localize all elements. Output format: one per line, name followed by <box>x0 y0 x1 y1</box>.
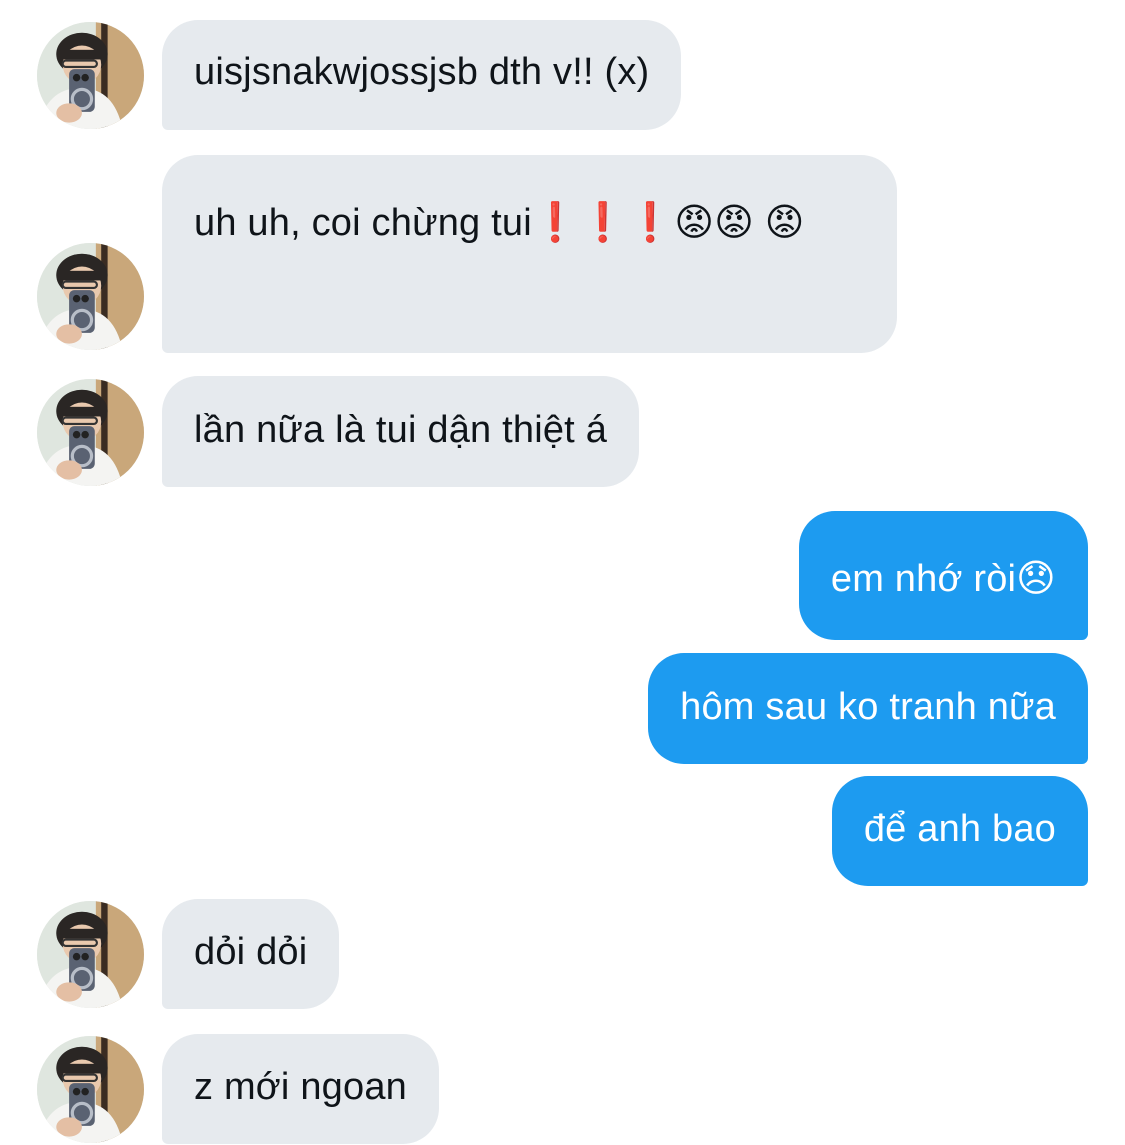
avatar[interactable] <box>37 22 144 129</box>
message-text: uh uh, coi chừng tui❗❗❗😡😡 😡 <box>194 202 805 244</box>
outgoing-message[interactable]: để anh bao <box>831 776 1088 886</box>
avatar[interactable] <box>37 243 144 350</box>
outgoing-message[interactable]: em nhớ ròi😞 <box>798 511 1088 640</box>
avatar[interactable] <box>37 379 144 486</box>
user-photo-icon <box>37 901 144 1008</box>
incoming-message[interactable]: uh uh, coi chừng tui❗❗❗😡😡 😡 <box>162 155 897 353</box>
user-photo-icon <box>37 243 144 350</box>
incoming-message[interactable]: lần nữa là tui dận thiệt á <box>162 376 640 487</box>
incoming-message[interactable]: dỏi dỏi <box>162 899 340 1009</box>
incoming-message[interactable]: uisjsnakwjossjsb dth v!! (x) <box>162 20 682 130</box>
message-text: uisjsnakwjossjsb dth v!! (x) <box>194 51 650 93</box>
avatar[interactable] <box>37 1036 144 1143</box>
outgoing-message[interactable]: hôm sau ko tranh nữa <box>648 653 1088 764</box>
user-photo-icon <box>37 22 144 129</box>
message-text: để anh bao <box>863 808 1056 850</box>
message-text: hôm sau ko tranh nữa <box>680 686 1056 728</box>
message-text: dỏi dỏi <box>194 931 308 973</box>
user-photo-icon <box>37 379 144 486</box>
message-text: em nhớ ròi😞 <box>830 558 1056 600</box>
user-photo-icon <box>37 1036 144 1143</box>
message-text: lần nữa là tui dận thiệt á <box>194 409 608 451</box>
incoming-message[interactable]: z mới ngoan <box>162 1034 439 1144</box>
avatar[interactable] <box>37 901 144 1008</box>
message-text: z mới ngoan <box>194 1066 407 1108</box>
